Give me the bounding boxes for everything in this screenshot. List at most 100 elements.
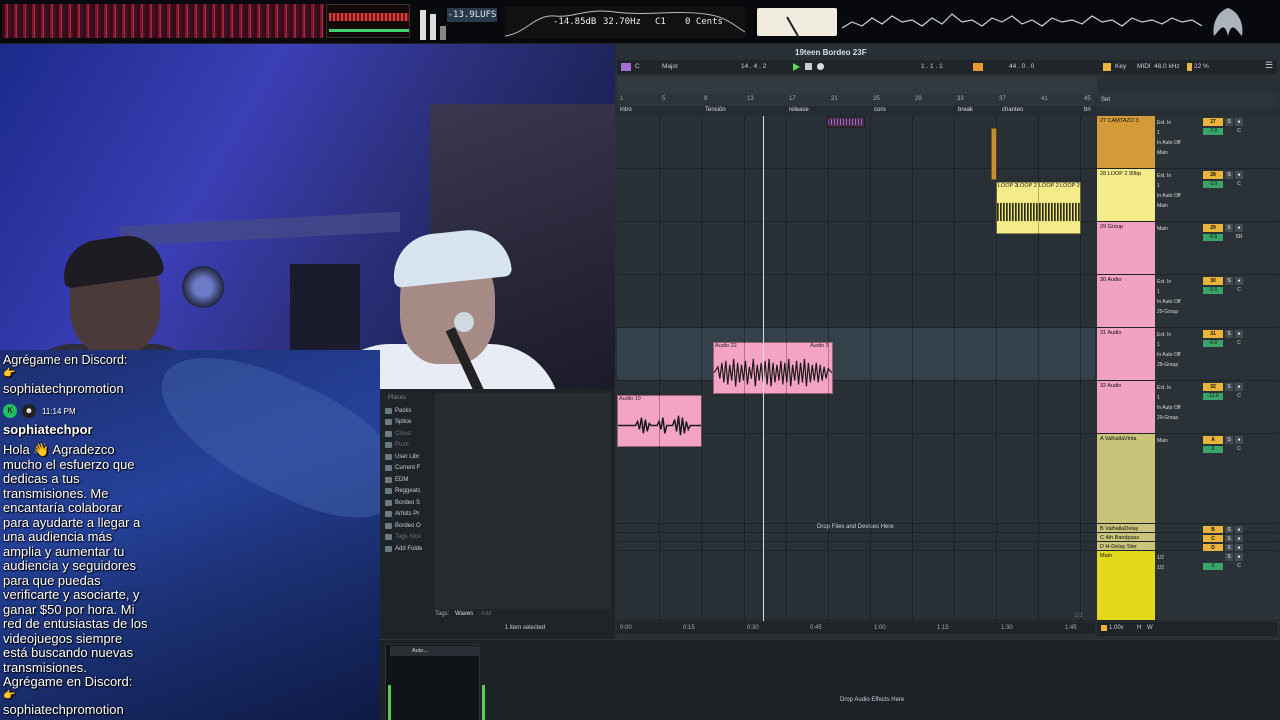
place-item[interactable]: Artists Pr xyxy=(385,509,433,521)
scale-select[interactable]: Major xyxy=(662,63,678,70)
midi-map-button[interactable]: MIDI xyxy=(1137,63,1151,70)
volume-field[interactable]: -6.6 xyxy=(1203,234,1223,241)
place-item[interactable]: Push xyxy=(385,440,433,452)
place-item[interactable]: Current F xyxy=(385,463,433,475)
track-name-block[interactable]: 30 Audio xyxy=(1097,275,1155,327)
loop-start[interactable]: 1 . 1 . 1 xyxy=(921,63,943,70)
solo-button[interactable]: S xyxy=(1225,277,1233,285)
pan-field[interactable]: C xyxy=(1231,563,1247,570)
place-item[interactable]: Tags Nick xyxy=(385,532,433,544)
io-select[interactable]: Ext. In xyxy=(1157,383,1201,393)
track-activator[interactable]: 32 xyxy=(1203,383,1223,391)
time-ruler[interactable]: 0:00 0:15 0:30 0:45 1:00 1:15 1:30 1:45 xyxy=(617,622,1095,634)
locator-marker[interactable]: intro xyxy=(620,107,632,113)
arm-button[interactable]: ● xyxy=(1235,277,1243,285)
track-name-block[interactable]: B ValhallaDelay xyxy=(1097,524,1155,532)
io-select[interactable]: 1 xyxy=(1157,287,1201,297)
io-select[interactable]: Ext. In xyxy=(1157,118,1201,128)
track-header[interactable]: C 4th Bandpass C S ● xyxy=(1097,533,1279,543)
pan-field[interactable]: C xyxy=(1231,181,1247,188)
place-item[interactable]: EDM xyxy=(385,474,433,486)
io-select[interactable]: In Auto Off xyxy=(1157,350,1201,360)
width-toggle[interactable]: W xyxy=(1147,625,1153,631)
solo-button[interactable]: S xyxy=(1225,383,1233,391)
loop-icon[interactable] xyxy=(973,63,983,71)
arrangement-overview[interactable] xyxy=(617,76,1097,94)
io-select[interactable]: Main xyxy=(1157,148,1201,158)
io-select[interactable]: 1 xyxy=(1157,181,1201,191)
tag-add[interactable]: Add xyxy=(481,611,492,617)
place-item[interactable]: Reggeatc xyxy=(385,486,433,498)
track-header[interactable]: B ValhallaDelay B S ● xyxy=(1097,524,1279,534)
arm-button[interactable]: ● xyxy=(1235,118,1243,126)
arm-button[interactable]: ● xyxy=(1235,383,1243,391)
arrangement-lane[interactable] xyxy=(617,533,1095,542)
track-name-block[interactable]: C 4th Bandpass xyxy=(1097,533,1155,541)
track-activator[interactable]: 30 xyxy=(1203,277,1223,285)
track-header[interactable]: D H-Delay Ster D S ● xyxy=(1097,542,1279,552)
track-header[interactable]: Main 1/2 1/2 S ● 0 C xyxy=(1097,551,1279,621)
place-item[interactable]: Add Folde xyxy=(385,543,433,555)
pan-field[interactable]: C xyxy=(1231,340,1247,347)
place-item[interactable]: Bordeo S xyxy=(385,497,433,509)
arrangement-lane[interactable] xyxy=(617,328,1095,381)
track-header[interactable]: 28 LOOP 2 90bp Ext. In 1 In Auto Off Main 28 S… xyxy=(1097,169,1279,222)
solo-button[interactable]: S xyxy=(1225,330,1233,338)
key-map-button[interactable]: Key xyxy=(1115,63,1126,70)
footer-icon[interactable] xyxy=(1101,625,1107,631)
solo-button[interactable]: S xyxy=(1225,553,1233,561)
io-select[interactable]: 1/2 xyxy=(1157,553,1201,563)
locator-marker[interactable]: bri xyxy=(1084,107,1091,113)
key-map-icon[interactable] xyxy=(1103,63,1111,71)
track-header[interactable]: 27 CAMTAZO 3 Ext. In 1 In Auto Off Main 27 S ● -… xyxy=(1097,116,1279,169)
device-chain[interactable]: Auto... xyxy=(385,644,485,720)
pan-field[interactable]: C xyxy=(1231,128,1247,135)
loop-length[interactable]: 44 . 0 . 0 xyxy=(1009,63,1034,70)
locator-marker[interactable]: chanteo xyxy=(1002,107,1023,113)
track-name-block[interactable]: Main xyxy=(1097,551,1155,620)
io-select[interactable]: Ext. In xyxy=(1157,171,1201,181)
place-item[interactable]: Packs xyxy=(385,405,433,417)
track-activator[interactable]: 31 xyxy=(1203,330,1223,338)
track-name-block[interactable]: 32 Audio xyxy=(1097,381,1155,433)
locator-marker[interactable]: release xyxy=(789,107,809,113)
volume-field[interactable]: -3.0 xyxy=(1203,181,1223,188)
io-select[interactable]: In Auto Off xyxy=(1157,191,1201,201)
height-toggle[interactable]: H xyxy=(1137,625,1141,631)
io-select[interactable]: In Auto Off xyxy=(1157,297,1201,307)
io-select[interactable]: Main xyxy=(1157,436,1201,446)
arm-button[interactable]: ● xyxy=(1235,553,1243,561)
track-header[interactable]: 32 Audio Ext. In 1 In Auto Off 29-Group 32 S ● -… xyxy=(1097,381,1279,434)
track-name-block[interactable]: 27 CAMTAZO 3 xyxy=(1097,116,1155,168)
track-header[interactable]: 31 Audio Ext. In 1 In Auto Off 29-Group 31 S ● -… xyxy=(1097,328,1279,381)
play-icon[interactable] xyxy=(793,63,800,71)
locator-marker[interactable]: coro xyxy=(874,107,886,113)
song-position[interactable]: 14 . 4 . 2 xyxy=(741,63,766,70)
track-activator[interactable]: 29 xyxy=(1203,224,1223,232)
clip-top[interactable] xyxy=(827,116,865,128)
arrangement-lane[interactable] xyxy=(617,275,1095,328)
io-select[interactable]: Ext. In xyxy=(1157,330,1201,340)
volume-field[interactable]: -7.0 xyxy=(1203,128,1223,135)
volume-field[interactable]: 0 xyxy=(1203,563,1223,570)
playhead[interactable] xyxy=(763,116,764,621)
track-activator[interactable]: A xyxy=(1203,436,1223,444)
set-label[interactable]: Set xyxy=(1101,97,1110,103)
io-select[interactable]: 29-Group xyxy=(1157,413,1201,423)
io-select[interactable]: 1 xyxy=(1157,340,1201,350)
track-name-block[interactable]: A ValhallaVinta xyxy=(1097,434,1155,523)
track-name-block[interactable]: 31 Audio xyxy=(1097,328,1155,380)
io-select[interactable]: 1/2 xyxy=(1157,563,1201,573)
arrangement-lane[interactable] xyxy=(617,434,1095,524)
place-item[interactable]: Bordeo O xyxy=(385,520,433,532)
beat-ruler[interactable]: 1 5 9 13 17 21 25 29 33 37 41 45 xyxy=(617,94,1095,106)
io-select[interactable]: Main xyxy=(1157,201,1201,211)
record-icon[interactable] xyxy=(817,63,824,70)
volume-field[interactable]: -12.0 xyxy=(1203,393,1223,400)
key-select[interactable]: C xyxy=(635,63,640,70)
arm-button[interactable]: ● xyxy=(1235,436,1243,444)
io-select[interactable]: 29-Group xyxy=(1157,307,1201,317)
solo-button[interactable]: S xyxy=(1225,224,1233,232)
arm-button[interactable]: ● xyxy=(1235,330,1243,338)
volume-field[interactable]: 0 xyxy=(1203,446,1223,453)
